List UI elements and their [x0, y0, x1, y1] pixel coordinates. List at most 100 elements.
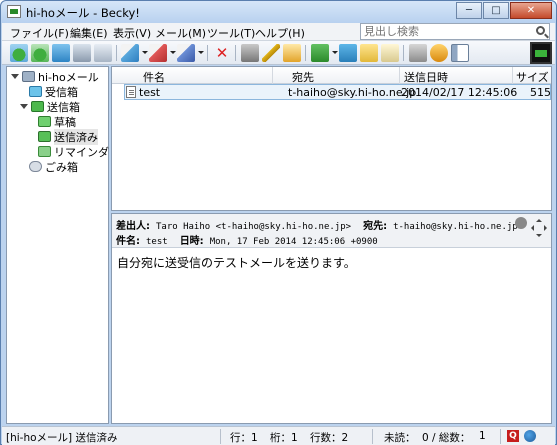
- menu-edit[interactable]: 編集(E): [70, 25, 108, 41]
- toolbar-separator: [116, 45, 117, 61]
- globe-icon[interactable]: [524, 430, 536, 442]
- mail-subject: test: [139, 86, 161, 99]
- column-subject[interactable]: 件名: [143, 69, 165, 85]
- status-divider: [500, 429, 501, 444]
- date-value: Mon, 17 Feb 2014 12:45:06 +0900: [209, 237, 378, 247]
- folder-item[interactable]: リマインダ: [38, 144, 109, 159]
- inbox-icon: [29, 86, 42, 97]
- column-to[interactable]: 宛先: [292, 69, 314, 85]
- toolbar-separator: [403, 45, 404, 61]
- receive-all-icon[interactable]: [31, 44, 49, 62]
- nav-right-icon[interactable]: [544, 225, 550, 231]
- sent-icon: [38, 131, 51, 142]
- folder-item[interactable]: 草稿: [38, 114, 76, 129]
- layout-icon[interactable]: [451, 44, 469, 62]
- app-window: hi-hoメール - Becky! ─ □ ✕ ファイル(F) 編集(E) 表示…: [0, 0, 557, 445]
- new-mail-dropdown-icon[interactable]: [142, 51, 148, 54]
- status-counts: 0 / 総数：: [422, 432, 471, 444]
- status-bar: [hi-hoメール] 送信済み 行：1 桁：1 行数：2 未読： 0 / 総数：…: [2, 426, 555, 445]
- nav-left-icon[interactable]: [528, 225, 534, 231]
- column-divider[interactable]: [512, 67, 513, 84]
- compose-icon[interactable]: [283, 44, 301, 62]
- nav-up-icon[interactable]: [536, 216, 542, 222]
- expand-arrow-icon[interactable]: [11, 74, 19, 79]
- date-label: 日時:: [179, 236, 204, 247]
- reply-icon[interactable]: [149, 44, 167, 62]
- status-line-count: 行数：2: [310, 432, 349, 444]
- minimize-button[interactable]: ─: [456, 2, 482, 19]
- folder-tree: hi-hoメール 受信箱 送信箱 草稿 送信済み リマインダ ごみ箱: [6, 66, 109, 424]
- send-receive-icon[interactable]: [73, 44, 91, 62]
- q-icon[interactable]: Q: [507, 430, 519, 442]
- header-subject-line: 件名: test 日時: Mon, 17 Feb 2014 12:45:06 +090…: [116, 232, 390, 247]
- reminder-icon: [38, 146, 51, 157]
- trash-icon: [29, 161, 42, 172]
- sort-icon[interactable]: [339, 44, 357, 62]
- settings-icon[interactable]: [430, 44, 448, 62]
- status-folder: [hi-hoメール] 送信済み: [6, 432, 118, 444]
- reply-dropdown-icon[interactable]: [170, 51, 176, 54]
- folder-item[interactable]: hi-hoメール: [11, 69, 99, 84]
- folder-item[interactable]: 受信箱: [29, 84, 78, 99]
- expand-arrow-icon[interactable]: [20, 104, 28, 109]
- mail-row[interactable]: test t-haiho@sky.hi-ho.ne.jp 2014/02/17 …: [124, 84, 551, 100]
- column-divider[interactable]: [399, 67, 400, 84]
- nav-down-icon[interactable]: [536, 234, 542, 240]
- subject-label: 件名:: [116, 236, 140, 247]
- search-input[interactable]: [361, 24, 526, 39]
- forward-icon[interactable]: [177, 44, 195, 62]
- forward-dropdown-icon[interactable]: [198, 51, 204, 54]
- mail-list-header: 件名 宛先 送信日時 サイズ: [112, 67, 551, 84]
- becky-app-icon[interactable]: [7, 5, 21, 18]
- filter-icon[interactable]: [241, 44, 259, 62]
- to-label: 宛先:: [363, 221, 388, 232]
- outbox-icon: [31, 101, 44, 112]
- mail-size: 515: [530, 86, 551, 99]
- move-icon[interactable]: [311, 44, 329, 62]
- message-header: 差出人: Taro Haiho <t-haiho@sky.hi-ho.ne.jp>…: [112, 214, 551, 248]
- edit-icon[interactable]: [262, 44, 280, 62]
- folder-item[interactable]: ごみ箱: [29, 159, 78, 174]
- search-icon[interactable]: [536, 26, 545, 35]
- menu-view[interactable]: 表示(V): [113, 25, 151, 41]
- menu-help[interactable]: ヘルプ(H): [255, 25, 305, 41]
- close-button[interactable]: ✕: [510, 2, 552, 19]
- toolbar-separator: [235, 45, 236, 61]
- delete-icon[interactable]: ✕: [213, 44, 231, 62]
- message-body[interactable]: 自分宛に送受信のテストメールを送ります。: [117, 254, 356, 271]
- add-address-icon[interactable]: [515, 217, 527, 229]
- mail-date: 2014/02/17 12:45:06: [401, 86, 518, 99]
- from-value[interactable]: Taro Haiho <t-haiho@sky.hi-ho.ne.jp>: [156, 222, 351, 232]
- address-book-icon[interactable]: [94, 44, 112, 62]
- send-icon[interactable]: [52, 44, 70, 62]
- column-divider[interactable]: [272, 67, 273, 84]
- folder-label: 受信箱: [45, 85, 78, 99]
- folder-label: 草稿: [54, 115, 76, 129]
- computer-icon: [22, 71, 35, 82]
- to-value[interactable]: t-haiho@sky.hi-ho.ne.jp: [393, 222, 518, 232]
- copy-icon[interactable]: [360, 44, 378, 62]
- from-label: 差出人:: [116, 221, 150, 232]
- new-mail-icon[interactable]: [121, 44, 139, 62]
- folder-item[interactable]: 送信箱: [20, 99, 80, 114]
- folder-icon[interactable]: [409, 44, 427, 62]
- folder-label: hi-hoメール: [38, 70, 99, 84]
- becky-logo-icon: [530, 42, 552, 64]
- menu-tools[interactable]: ツール(T): [207, 25, 255, 41]
- folder-item[interactable]: 送信済み: [38, 128, 98, 145]
- maximize-button[interactable]: □: [483, 2, 509, 19]
- column-size[interactable]: サイズ: [516, 69, 549, 85]
- receive-icon[interactable]: [10, 44, 28, 62]
- menu-file[interactable]: ファイル(F): [10, 25, 69, 41]
- move-dropdown-icon[interactable]: [332, 51, 338, 54]
- header-nav-arrows: [531, 219, 547, 243]
- message-preview: 差出人: Taro Haiho <t-haiho@sky.hi-ho.ne.jp>…: [111, 213, 552, 424]
- title-bar[interactable]: hi-hoメール - Becky! ─ □ ✕: [1, 1, 556, 23]
- note-icon[interactable]: [381, 44, 399, 62]
- toolbar-separator: [305, 45, 306, 61]
- menu-mail[interactable]: メール(M): [155, 25, 206, 41]
- folder-label: 送信済み: [54, 128, 98, 145]
- subject-value: test: [146, 237, 168, 247]
- status-divider: [220, 429, 221, 444]
- column-date[interactable]: 送信日時: [404, 69, 448, 85]
